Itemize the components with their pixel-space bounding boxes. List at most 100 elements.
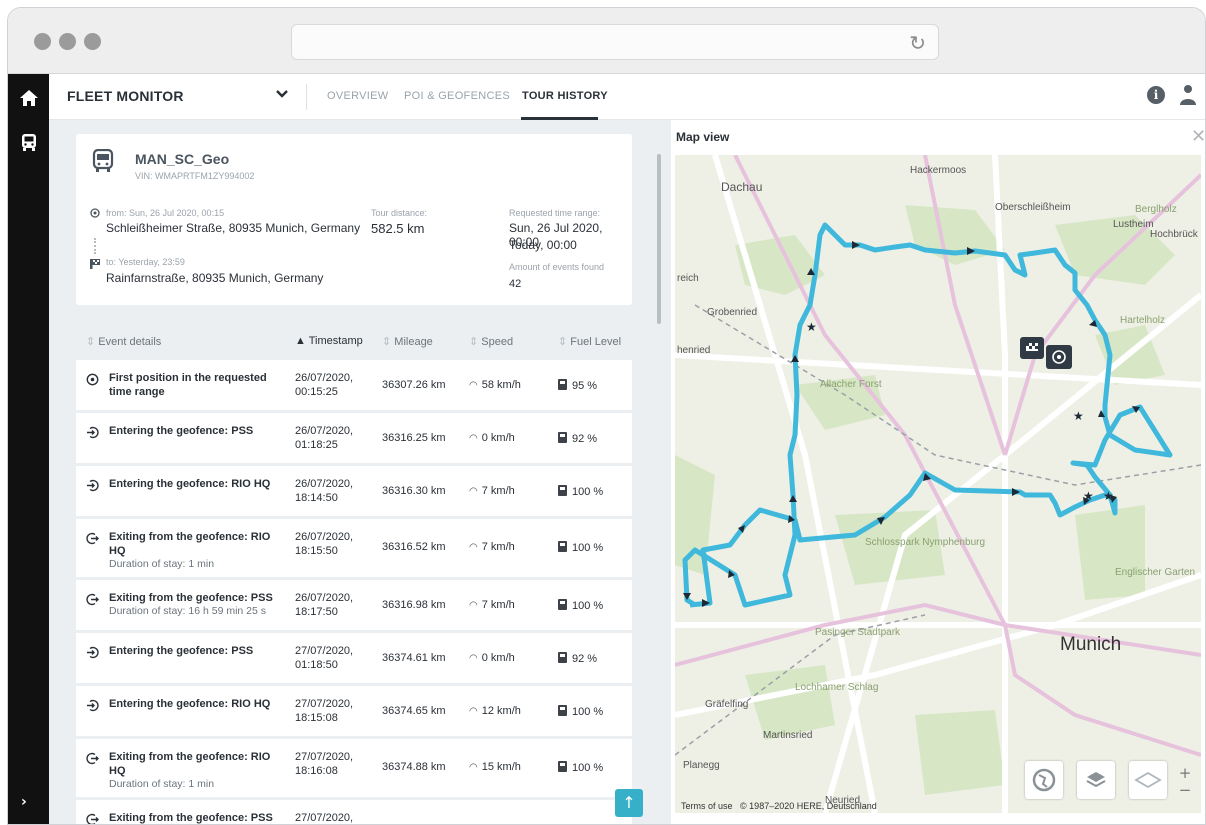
- vehicle-vin: VIN: WMAPRTFM1ZY994002: [135, 171, 255, 181]
- speedometer-icon: ◠: [469, 762, 478, 773]
- table-row[interactable]: Entering the geofence: RIO HQ 26/07/2020,…: [76, 466, 632, 516]
- tab-tour-history[interactable]: TOUR HISTORY: [522, 90, 608, 102]
- to-label: to: Yesterday, 23:59: [106, 257, 185, 267]
- bus-icon[interactable]: [19, 132, 39, 152]
- to-address: Rainfarnstraße, 80935 Munich, Germany: [106, 271, 324, 285]
- sort-mileage[interactable]: ⇕ Mileage: [382, 335, 433, 348]
- events-count-value: 42: [509, 278, 522, 290]
- tab-poi-geofences[interactable]: POI & GEOFENCES: [404, 90, 510, 102]
- svg-text:★: ★: [1073, 409, 1084, 423]
- zoom-in-button[interactable]: +: [1175, 765, 1195, 782]
- table-row[interactable]: Exiting from the geofence: RIO HQ Duratio…: [76, 739, 632, 797]
- fuel-pump-icon: [558, 599, 567, 610]
- map-label: Hartelholz: [1120, 315, 1165, 326]
- table-row[interactable]: Exiting from the geofence: PSS Duration o…: [76, 580, 632, 630]
- enter-geofence-icon: [87, 646, 99, 659]
- event-timestamp: 26/07/2020, 18:14:50: [295, 478, 354, 504]
- map-perspective-button[interactable]: [1129, 761, 1167, 799]
- event-mileage: 36374.61 km: [382, 652, 446, 664]
- event-table-header: ⇕ Event details ▲ Timestamp ⇕ Mileage ⇕ …: [76, 325, 632, 358]
- event-speed: ◠ 58 km/h: [469, 379, 521, 391]
- map-label: Schlosspark Nymphenburg: [865, 537, 985, 548]
- zoom-out-button[interactable]: −: [1175, 782, 1195, 799]
- close-window-button[interactable]: [34, 33, 51, 50]
- event-fuel: 100 %: [558, 485, 603, 498]
- table-row[interactable]: First position in the requested time ran…: [76, 360, 632, 410]
- event-fuel: 92 %: [558, 652, 597, 665]
- event-title: Entering the geofence: PSS: [109, 645, 254, 657]
- sort-timestamp[interactable]: ▲ Timestamp: [295, 335, 363, 347]
- map-view[interactable]: ★ ★ ★ ★ Hackermoos Dachau Oberschleißheim L…: [675, 155, 1201, 813]
- event-timestamp: 26/07/2020, 18:15:50: [295, 531, 354, 557]
- map-label: reich: [677, 273, 699, 284]
- info-icon[interactable]: i: [1147, 86, 1165, 104]
- maximize-window-button[interactable]: [84, 33, 101, 50]
- sort-event-details[interactable]: ⇕ Event details: [86, 335, 161, 348]
- exit-geofence-icon: [86, 532, 99, 545]
- event-timestamp: 27/07/2020,: [295, 812, 354, 824]
- reload-icon[interactable]: ↻: [909, 31, 926, 55]
- address-bar[interactable]: ↻: [291, 24, 939, 60]
- vehicle-name: MAN_SC_Geo: [135, 151, 230, 167]
- start-marker[interactable]: [1046, 345, 1072, 369]
- event-fuel: 100 %: [558, 541, 603, 554]
- fuel-pump-icon: [558, 541, 567, 552]
- svg-text:★: ★: [1083, 489, 1094, 503]
- map-label: Englischer Garten: [1115, 567, 1195, 578]
- event-mileage: 36316.52 km: [382, 541, 446, 553]
- table-row[interactable]: Exiting from the geofence: RIO HQ Duratio…: [76, 519, 632, 577]
- panel-scrollbar[interactable]: [657, 154, 661, 324]
- terms-of-use-link[interactable]: Terms of use: [681, 801, 733, 811]
- exit-geofence-icon: [86, 752, 99, 765]
- expand-sidebar-icon[interactable]: ›: [21, 794, 27, 810]
- sort-fuel-level[interactable]: ⇕ Fuel Level: [558, 335, 621, 348]
- close-map-icon[interactable]: ✕: [1191, 126, 1205, 147]
- event-duration: Duration of stay: 1 min: [109, 778, 215, 790]
- map-layers-button[interactable]: [1077, 761, 1115, 799]
- event-title: Exiting from the geofence: RIO HQ: [109, 531, 271, 557]
- sort-icon: ⇕: [469, 336, 479, 348]
- event-fuel: 95 %: [558, 379, 597, 392]
- tour-distance-value: 582.5 km: [371, 221, 425, 236]
- map-label: Planegg: [683, 760, 720, 771]
- event-mileage: 36316.98 km: [382, 599, 446, 611]
- map-label: henried: [677, 345, 710, 356]
- user-icon[interactable]: [1179, 84, 1197, 106]
- top-navigation: FLEET MONITOR OVERVIEW POI & GEOFENCES T…: [49, 74, 1205, 120]
- browser-window: ↻ FLEET MONITOR OVERVIEW POI & GEOFENCES…: [7, 7, 1206, 825]
- satellite-view-button[interactable]: [1025, 761, 1063, 799]
- event-speed: ◠ 7 km/h: [469, 599, 515, 611]
- vehicle-summary-card: MAN_SC_Geo VIN: WMAPRTFM1ZY994002 from: …: [76, 134, 632, 305]
- event-speed: ◠ 15 km/h: [469, 761, 521, 773]
- tour-distance-label: Tour distance:: [371, 208, 428, 218]
- table-row[interactable]: Entering the geofence: RIO HQ 27/07/2020,…: [76, 686, 632, 736]
- finish-marker[interactable]: [1020, 337, 1044, 359]
- minimize-window-button[interactable]: [59, 33, 76, 50]
- home-icon[interactable]: [19, 88, 39, 108]
- sort-asc-icon: ▲: [295, 335, 306, 347]
- event-mileage: 36316.30 km: [382, 485, 446, 497]
- event-title: Entering the geofence: PSS: [109, 425, 254, 437]
- scroll-to-top-button[interactable]: ↑: [615, 789, 643, 817]
- chevron-down-icon[interactable]: [275, 87, 289, 101]
- layers-icon: [1086, 772, 1106, 788]
- event-fuel: 100 %: [558, 705, 603, 718]
- from-address: Schleißheimer Straße, 80935 Munich, Germ…: [106, 221, 361, 235]
- fuel-pump-icon: [558, 485, 567, 496]
- event-title: First position in the requested time ran…: [109, 372, 267, 398]
- table-row[interactable]: Exiting from the geofence: PSS 27/07/2020…: [76, 800, 632, 824]
- map-canvas[interactable]: ★ ★ ★ ★ Hackermoos Dachau Oberschleißheim L…: [675, 155, 1201, 813]
- enter-geofence-icon: [87, 479, 99, 492]
- event-speed: ◠ 7 km/h: [469, 485, 515, 497]
- map-label: Hackermoos: [910, 165, 966, 176]
- fuel-pump-icon: [558, 761, 567, 772]
- event-duration: Duration of stay: 1 min: [109, 558, 215, 570]
- map-label: Lustheim: [1113, 219, 1154, 230]
- table-row[interactable]: Entering the geofence: PSS 26/07/2020, 01:…: [76, 413, 632, 463]
- fuel-pump-icon: [558, 379, 567, 390]
- sort-speed[interactable]: ⇕ Speed: [469, 335, 513, 348]
- route-connector: [94, 238, 96, 254]
- tab-overview[interactable]: OVERVIEW: [327, 90, 389, 102]
- map-label: Berglholz: [1135, 204, 1177, 215]
- table-row[interactable]: Entering the geofence: PSS 27/07/2020, 01:…: [76, 633, 632, 683]
